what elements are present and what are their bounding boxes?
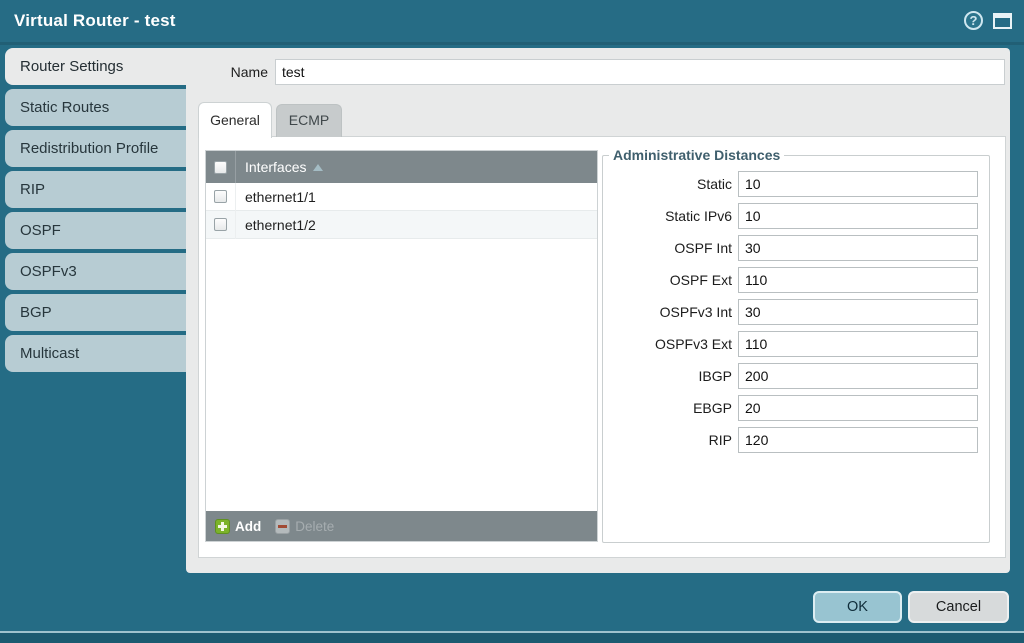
field-label: EBGP bbox=[603, 400, 738, 416]
sidebar-item-rip[interactable]: RIP bbox=[5, 171, 186, 208]
general-tab-panel: Interfaces ethernet1/1 ethernet1/2 Add De… bbox=[198, 136, 1006, 558]
virtual-router-dialog: Virtual Router - test ? Router Settings S… bbox=[0, 0, 1024, 643]
field-row-rip: RIP bbox=[603, 427, 989, 453]
sidebar-item-label: Router Settings bbox=[20, 58, 123, 75]
tab-general[interactable]: General bbox=[198, 102, 272, 138]
table-row-ethernet1-2[interactable]: ethernet1/2 bbox=[206, 211, 597, 239]
sidebar-item-ospfv3[interactable]: OSPFv3 bbox=[5, 253, 186, 290]
select-all-cell bbox=[206, 151, 236, 183]
interface-name: ethernet1/2 bbox=[236, 217, 316, 233]
sidebar-item-ospf[interactable]: OSPF bbox=[5, 212, 186, 249]
name-input[interactable] bbox=[275, 59, 1005, 85]
tab-ecmp[interactable]: ECMP bbox=[276, 104, 342, 137]
administrative-distances-legend: Administrative Distances bbox=[609, 147, 784, 163]
interfaces-table-body: ethernet1/1 ethernet1/2 bbox=[206, 183, 597, 511]
help-icon[interactable]: ? bbox=[964, 11, 983, 30]
field-label: IBGP bbox=[603, 368, 738, 384]
delete-button[interactable]: Delete bbox=[275, 519, 334, 534]
interfaces-table: Interfaces ethernet1/1 ethernet1/2 Add De… bbox=[205, 150, 598, 542]
row-checkbox-cell bbox=[206, 211, 236, 239]
dialog-title: Virtual Router - test bbox=[0, 11, 176, 31]
sidebar-item-bgp[interactable]: BGP bbox=[5, 294, 186, 331]
sidebar-item-redistribution-profile[interactable]: Redistribution Profile bbox=[5, 130, 186, 167]
administrative-distances-group: Administrative Distances Static Static IP… bbox=[602, 147, 990, 543]
content-area: Name GeneralECMP Interfaces ethernet1/1e… bbox=[186, 48, 1010, 573]
ospfv3-ext-input[interactable] bbox=[738, 331, 978, 357]
sidebar-item-label: BGP bbox=[20, 304, 52, 321]
sidebar-item-label: Static Routes bbox=[20, 99, 109, 116]
minus-icon bbox=[275, 519, 290, 534]
dialog-titlebar: Virtual Router - test ? bbox=[0, 0, 1024, 45]
ibgp-input[interactable] bbox=[738, 363, 978, 389]
titlebar-icons: ? bbox=[964, 11, 1012, 30]
static-input[interactable] bbox=[738, 171, 978, 197]
field-row-ospf-ext: OSPF Ext bbox=[603, 267, 989, 293]
ospf-ext-input[interactable] bbox=[738, 267, 978, 293]
sort-ascending-icon bbox=[313, 164, 323, 171]
name-label: Name bbox=[186, 59, 268, 85]
sidebar-item-label: RIP bbox=[20, 181, 45, 198]
interfaces-toolbar: Add Delete bbox=[206, 511, 597, 541]
sidebar-item-label: Redistribution Profile bbox=[20, 140, 158, 157]
table-row-ethernet1-1[interactable]: ethernet1/1 bbox=[206, 183, 597, 211]
sidebar-item-label: OSPFv3 bbox=[20, 263, 77, 280]
field-label: Static bbox=[603, 176, 738, 192]
field-label: OSPF Int bbox=[603, 240, 738, 256]
dialog-bottom-strip bbox=[0, 633, 1024, 643]
sidebar-item-label: Multicast bbox=[20, 345, 79, 362]
field-label: Static IPv6 bbox=[603, 208, 738, 224]
administrative-distances-fields: Static Static IPv6 OSPF Int OSPF Ext OSPFv3 … bbox=[603, 163, 989, 453]
sidebar-item-static-routes[interactable]: Static Routes bbox=[5, 89, 186, 126]
delete-button-label: Delete bbox=[295, 519, 334, 534]
add-button-label: Add bbox=[235, 519, 261, 534]
row-checkbox-cell bbox=[206, 183, 236, 211]
row-checkbox[interactable] bbox=[214, 190, 227, 203]
add-button[interactable]: Add bbox=[215, 519, 261, 534]
row-checkbox[interactable] bbox=[214, 218, 227, 231]
field-row-ospfv3-int: OSPFv3 Int bbox=[603, 299, 989, 325]
interfaces-header-label: Interfaces bbox=[236, 159, 306, 175]
sidebar-item-router-settings[interactable]: Router Settings bbox=[5, 48, 186, 85]
ospfv3-int-input[interactable] bbox=[738, 299, 978, 325]
sidebar-item-label: OSPF bbox=[20, 222, 61, 239]
ebgp-input[interactable] bbox=[738, 395, 978, 421]
window-resize-icon[interactable] bbox=[993, 13, 1012, 29]
field-label: OSPF Ext bbox=[603, 272, 738, 288]
plus-icon bbox=[215, 519, 230, 534]
cancel-button[interactable]: Cancel bbox=[908, 591, 1009, 623]
select-all-checkbox[interactable] bbox=[214, 161, 227, 174]
name-row: Name bbox=[186, 59, 1010, 85]
field-row-static-ipv6: Static IPv6 bbox=[603, 203, 989, 229]
interfaces-column-header[interactable]: Interfaces bbox=[206, 151, 597, 183]
rip-input[interactable] bbox=[738, 427, 978, 453]
interface-name: ethernet1/1 bbox=[236, 189, 316, 205]
field-label: RIP bbox=[603, 432, 738, 448]
field-label: OSPFv3 Ext bbox=[603, 336, 738, 352]
ospf-int-input[interactable] bbox=[738, 235, 978, 261]
ok-button[interactable]: OK bbox=[813, 591, 902, 623]
field-row-ebgp: EBGP bbox=[603, 395, 989, 421]
field-row-ibgp: IBGP bbox=[603, 363, 989, 389]
sidebar-item-multicast[interactable]: Multicast bbox=[5, 335, 186, 372]
field-row-ospf-int: OSPF Int bbox=[603, 235, 989, 261]
field-row-static: Static bbox=[603, 171, 989, 197]
field-row-ospfv3-ext: OSPFv3 Ext bbox=[603, 331, 989, 357]
field-label: OSPFv3 Int bbox=[603, 304, 738, 320]
static-ipv6-input[interactable] bbox=[738, 203, 978, 229]
